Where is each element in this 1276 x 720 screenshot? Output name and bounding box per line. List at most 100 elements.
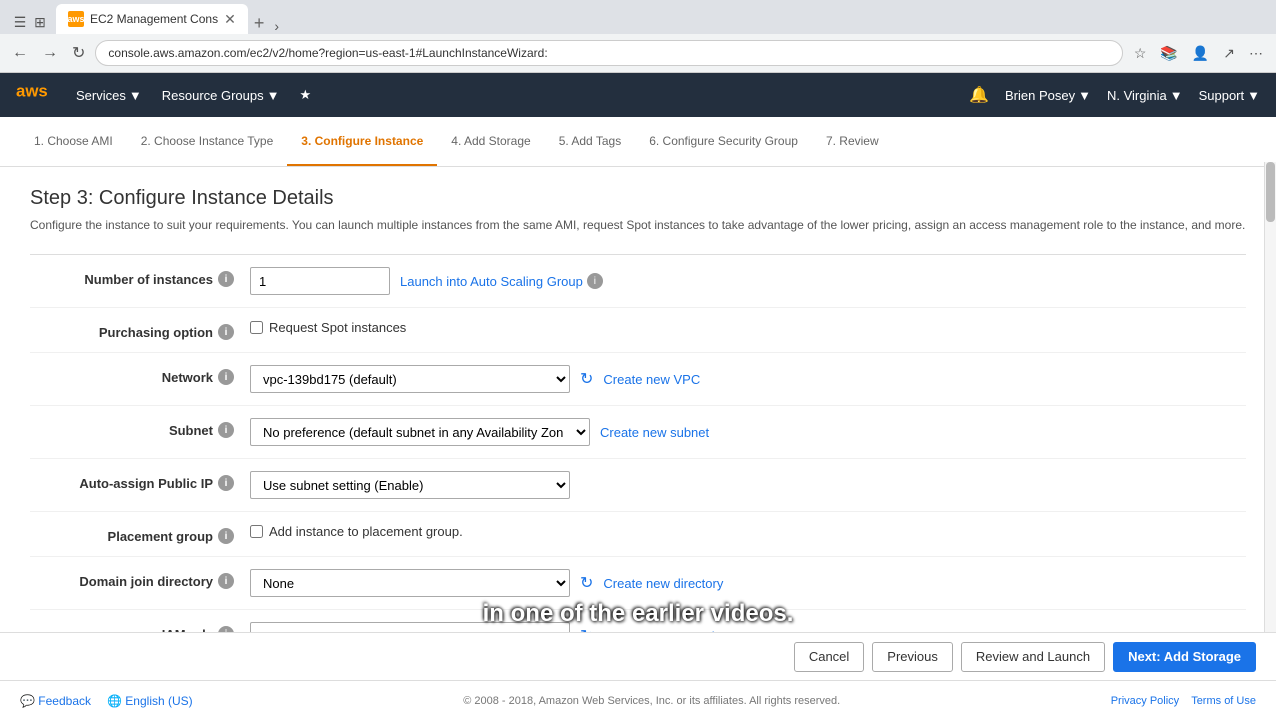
purchasing-option-row: Purchasing option i Request Spot instanc…	[30, 308, 1246, 353]
number-of-instances-input[interactable]	[250, 267, 390, 295]
purchasing-option-controls: Request Spot instances	[250, 320, 1246, 335]
auto-assign-ip-label: Auto-assign Public IP i	[30, 471, 250, 491]
create-new-vpc-link[interactable]: Create new VPC	[603, 372, 700, 387]
domain-join-directory-row: Domain join directory i None ↻ Create ne…	[30, 557, 1246, 610]
placement-group-info-icon[interactable]: i	[218, 528, 234, 544]
request-spot-instances-checkbox-label[interactable]: Request Spot instances	[250, 320, 406, 335]
launch-auto-scaling-info-icon[interactable]: i	[587, 273, 603, 289]
action-buttons-row: Cancel Previous Review and Launch Next: …	[0, 632, 1276, 680]
scrollbar-thumb[interactable]	[1266, 162, 1275, 222]
bookmark-button[interactable]: ☆	[1129, 43, 1152, 64]
create-new-directory-link[interactable]: Create new directory	[603, 576, 723, 591]
number-of-instances-label: Number of instances i	[30, 267, 250, 287]
network-row: Network i vpc-139bd175 (default) ↻ Creat…	[30, 353, 1246, 406]
subnet-select[interactable]: No preference (default subnet in any Ava…	[250, 418, 590, 446]
globe-icon: 🌐	[107, 694, 122, 708]
request-spot-instances-checkbox[interactable]	[250, 321, 263, 334]
tab-close-button[interactable]: ✕	[224, 11, 236, 28]
step-5-add-tags[interactable]: 5. Add Tags	[545, 117, 636, 166]
subnet-row: Subnet i No preference (default subnet i…	[30, 406, 1246, 459]
more-button[interactable]: ⋯	[1244, 43, 1268, 64]
domain-join-refresh-icon[interactable]: ↻	[580, 573, 593, 593]
nav-right: 🔔 Brien Posey ▼ N. Virginia ▼ Support ▼	[969, 85, 1260, 105]
browser-tab[interactable]: aws EC2 Management Cons ✕	[56, 4, 248, 34]
back-icon[interactable]: ☰	[12, 14, 28, 30]
previous-button[interactable]: Previous	[872, 642, 953, 672]
tab-bar: ☰ ⊞ aws EC2 Management Cons ✕ + ›	[0, 0, 1276, 34]
browser-actions: ☆ 📚 👤 ↗ ⋯	[1129, 43, 1268, 64]
pin-icon[interactable]: ★	[300, 87, 312, 103]
subnet-controls: No preference (default subnet in any Ava…	[250, 418, 1246, 446]
cancel-button[interactable]: Cancel	[794, 642, 864, 672]
region-chevron-icon: ▼	[1170, 88, 1183, 103]
domain-join-select[interactable]: None	[250, 569, 570, 597]
main-content: Step 3: Configure Instance Details Confi…	[0, 167, 1276, 645]
step-1-choose-ami[interactable]: 1. Choose AMI	[20, 117, 127, 166]
configure-instance-form: Number of instances i Launch into Auto S…	[30, 254, 1246, 645]
step-3-configure-instance[interactable]: 3. Configure Instance	[287, 117, 437, 166]
purchasing-option-label: Purchasing option i	[30, 320, 250, 340]
subnet-info-icon[interactable]: i	[218, 422, 234, 438]
notifications-bell-icon[interactable]: 🔔	[969, 85, 989, 105]
placement-group-checkbox-label[interactable]: Add instance to placement group.	[250, 524, 463, 539]
support-chevron-icon: ▼	[1247, 88, 1260, 103]
step-4-add-storage[interactable]: 4. Add Storage	[437, 117, 544, 166]
auto-assign-ip-info-icon[interactable]: i	[218, 475, 234, 491]
address-input[interactable]	[95, 40, 1122, 66]
next-add-storage-button[interactable]: Next: Add Storage	[1113, 642, 1256, 672]
placement-group-controls: Add instance to placement group.	[250, 524, 1246, 539]
number-of-instances-controls: Launch into Auto Scaling Group i	[250, 267, 1246, 295]
wizard-steps: 1. Choose AMI 2. Choose Instance Type 3.…	[0, 117, 1276, 167]
resource-groups-chevron-icon: ▼	[267, 88, 280, 103]
create-new-subnet-link[interactable]: Create new subnet	[600, 425, 709, 440]
grid-icon[interactable]: ⊞	[32, 14, 48, 30]
region-menu[interactable]: N. Virginia ▼	[1107, 88, 1183, 103]
support-menu[interactable]: Support ▼	[1199, 88, 1260, 103]
share-button[interactable]: ↗	[1218, 43, 1240, 64]
auto-assign-ip-select[interactable]: Use subnet setting (Enable)	[250, 471, 570, 499]
forward-button[interactable]: →	[38, 42, 62, 64]
tab-favicon: aws	[68, 11, 84, 27]
user-menu[interactable]: Brien Posey ▼	[1005, 88, 1091, 103]
back-button[interactable]: ←	[8, 42, 32, 64]
privacy-policy-link[interactable]: Privacy Policy	[1111, 695, 1179, 707]
launch-auto-scaling-link[interactable]: Launch into Auto Scaling Group i	[400, 273, 603, 289]
tab-arrow-button[interactable]: ›	[270, 18, 283, 34]
page-description: Configure the instance to suit your requ…	[30, 216, 1246, 234]
bookmarks-bar-button[interactable]: 📚	[1155, 43, 1182, 64]
placement-group-checkbox[interactable]	[250, 525, 263, 538]
network-info-icon[interactable]: i	[218, 369, 234, 385]
reload-button[interactable]: ↻	[68, 41, 89, 65]
terms-of-use-link[interactable]: Terms of Use	[1191, 695, 1256, 707]
feedback-link[interactable]: 💬 Feedback	[20, 694, 91, 708]
address-bar: ← → ↻ ☆ 📚 👤 ↗ ⋯	[0, 34, 1276, 72]
subnet-label: Subnet i	[30, 418, 250, 438]
review-and-launch-button[interactable]: Review and Launch	[961, 642, 1105, 672]
step-2-choose-instance-type[interactable]: 2. Choose Instance Type	[127, 117, 288, 166]
aws-logo: aws	[16, 82, 48, 108]
domain-join-directory-label: Domain join directory i	[30, 569, 250, 589]
language-link[interactable]: 🌐 English (US)	[107, 694, 193, 708]
resource-groups-menu[interactable]: Resource Groups ▼	[162, 88, 280, 103]
placement-group-row: Placement group i Add instance to placem…	[30, 512, 1246, 557]
new-tab-button[interactable]: +	[248, 13, 271, 34]
domain-join-controls: None ↻ Create new directory	[250, 569, 1246, 597]
footer-bar: 💬 Feedback 🌐 English (US) © 2008 - 2018,…	[0, 680, 1276, 720]
account-button[interactable]: 👤	[1187, 43, 1214, 64]
placement-group-label: Placement group i	[30, 524, 250, 544]
network-select[interactable]: vpc-139bd175 (default)	[250, 365, 570, 393]
domain-join-info-icon[interactable]: i	[218, 573, 234, 589]
scrollbar[interactable]	[1264, 162, 1276, 632]
step-6-configure-security-group[interactable]: 6. Configure Security Group	[635, 117, 812, 166]
services-menu[interactable]: Services ▼	[76, 88, 142, 103]
step-7-review[interactable]: 7. Review	[812, 117, 893, 166]
svg-text:aws: aws	[16, 82, 48, 100]
purchasing-option-info-icon[interactable]: i	[218, 324, 234, 340]
network-refresh-icon[interactable]: ↻	[580, 369, 593, 389]
aws-navbar: aws Services ▼ Resource Groups ▼ ★ 🔔 Bri…	[0, 73, 1276, 117]
tab-title: EC2 Management Cons	[90, 12, 218, 26]
number-of-instances-info-icon[interactable]: i	[218, 271, 234, 287]
feedback-icon: 💬	[20, 694, 35, 708]
auto-assign-ip-controls: Use subnet setting (Enable)	[250, 471, 1246, 499]
page-title: Step 3: Configure Instance Details	[30, 187, 1246, 210]
